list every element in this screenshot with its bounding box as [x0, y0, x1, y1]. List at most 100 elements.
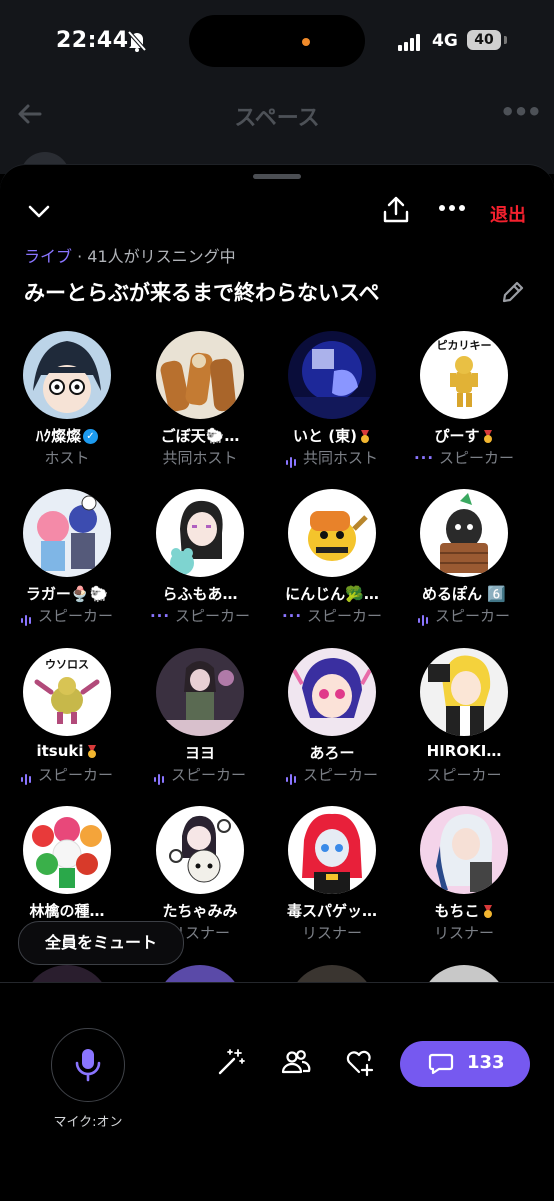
participant-role: ··· スピーカー — [133, 605, 267, 626]
participant[interactable]: にんじん🥦… ··· スピーカー — [265, 489, 399, 639]
participant-role-text: スピーカー — [307, 607, 383, 625]
people-icon[interactable] — [281, 1047, 311, 1077]
avatar[interactable] — [156, 806, 244, 894]
avatar[interactable] — [420, 806, 508, 894]
verified-badge-icon: ✓ — [83, 429, 98, 444]
status-bar: 22:44 4G 40 — [0, 0, 554, 84]
recording-dot-icon — [302, 38, 310, 46]
participant-name-text: たちゃみみ — [162, 902, 238, 920]
svg-text:ピカリキー: ピカリキー — [437, 339, 492, 352]
participant-name-text: ヨヨ — [184, 744, 215, 762]
speaking-indicator-icon — [285, 453, 298, 468]
avatar[interactable]: ピカリキー — [420, 331, 508, 419]
avatar[interactable] — [288, 489, 376, 577]
participant-name-text: めるぽん 6️⃣ — [422, 585, 506, 603]
speaking-indicator-icon — [20, 770, 33, 785]
speaking-indicator-icon — [285, 770, 298, 785]
participant[interactable]: ヨヨ スピーカー — [133, 648, 267, 798]
participant-name-text: 毒スパゲッ… — [286, 902, 377, 920]
participant-name: itsuki — [0, 742, 134, 760]
listener-count: · 41人がリスニング中 — [72, 247, 236, 266]
chevron-down-icon[interactable] — [26, 201, 52, 223]
participant[interactable]: HIROKI… スピーカー — [397, 648, 531, 798]
participant[interactable]: ﾊｸ燦燦 ✓ ホスト — [0, 331, 134, 481]
participant-name: ヨヨ — [133, 742, 267, 763]
live-label: ライブ — [24, 247, 73, 266]
participant-name-text: いと (東) — [293, 427, 357, 445]
participant-name-text: ﾊｸ燦燦 — [35, 427, 81, 445]
participant[interactable]: 毒スパゲッ… リスナー — [265, 806, 399, 956]
avatar[interactable] — [288, 648, 376, 736]
speaking-indicator-icon — [417, 611, 430, 626]
participant-role-text: リスナー — [301, 924, 362, 942]
idle-indicator-icon: ··· — [281, 607, 303, 625]
participant-role: リスナー — [265, 922, 399, 943]
participant-role-text: スピーカー — [175, 607, 251, 625]
participant-name: いと (東) — [265, 425, 399, 446]
participant-name: あろー — [265, 742, 399, 763]
participant-role-text: スピーカー — [434, 607, 510, 625]
medal-icon — [483, 429, 492, 443]
participant-role: スピーカー — [133, 764, 267, 785]
comment-icon — [428, 1053, 454, 1075]
participant-role: 共同ホスト — [265, 447, 399, 468]
magic-wand-icon[interactable] — [216, 1047, 246, 1077]
participant[interactable]: めるぽん 6️⃣ スピーカー — [397, 489, 531, 639]
medal-icon — [483, 904, 492, 918]
participant-role: 共同ホスト — [133, 447, 267, 468]
mute-all-button[interactable]: 全員をミュート — [18, 921, 184, 965]
microphone-button[interactable] — [51, 1028, 125, 1102]
dynamic-island — [189, 15, 365, 67]
participant[interactable]: らふもあ… ··· スピーカー — [133, 489, 267, 639]
avatar[interactable] — [23, 806, 111, 894]
avatar[interactable] — [288, 806, 376, 894]
participant[interactable]: あろースピーカー — [265, 648, 399, 798]
participant-role: リスナー — [397, 922, 531, 943]
participant-role-text: スピーカー — [302, 766, 378, 784]
participant-name: ラガー🍨🐑 — [0, 583, 134, 604]
participant-role-text: 共同ホスト — [302, 449, 378, 467]
participant[interactable]: ごぼ天🐑… 共同ホスト — [133, 331, 267, 481]
heart-plus-icon[interactable] — [344, 1047, 374, 1077]
live-status: ライブ · 41人がリスニング中 — [24, 243, 236, 267]
participant-role-text: ホスト — [44, 449, 90, 467]
sheet-drag-handle[interactable] — [253, 174, 301, 179]
avatar[interactable] — [156, 489, 244, 577]
battery-tip — [504, 36, 507, 44]
participant-name: めるぽん 6️⃣ — [397, 583, 531, 604]
bottom-bar: マイク:オン 133 — [0, 982, 554, 1201]
participant-role: ··· スピーカー — [397, 447, 531, 468]
avatar[interactable] — [23, 331, 111, 419]
participant[interactable]: ピカリキー ぴーす ··· スピーカー — [397, 331, 531, 481]
participant-name-text: らふもあ… — [162, 585, 238, 603]
participant-name-text: もちこ — [434, 902, 480, 920]
participant-role-text: スピーカー — [37, 766, 113, 784]
avatar[interactable] — [420, 648, 508, 736]
participant[interactable]: もちこリスナー — [397, 806, 531, 956]
participant[interactable]: ラガー🍨🐑 スピーカー — [0, 489, 134, 639]
medal-icon — [360, 429, 369, 443]
avatar[interactable] — [156, 331, 244, 419]
comments-button[interactable]: 133 — [400, 1041, 530, 1087]
participant[interactable]: いと (東) 共同ホスト — [265, 331, 399, 481]
avatar[interactable]: ウソロス — [23, 648, 111, 736]
participant-name-text: あろー — [309, 744, 355, 762]
edit-icon[interactable] — [500, 279, 526, 305]
avatar[interactable] — [288, 331, 376, 419]
participant-role-text: スピーカー — [37, 607, 113, 625]
avatar[interactable] — [156, 648, 244, 736]
network-type: 4G — [432, 31, 458, 51]
participant-role: スピーカー — [265, 764, 399, 785]
share-icon[interactable] — [382, 195, 410, 225]
avatar[interactable] — [420, 489, 508, 577]
microphone-icon — [75, 1049, 101, 1082]
leave-button[interactable]: 退出 — [490, 201, 526, 227]
avatar[interactable] — [23, 489, 111, 577]
background-page-title: スペース — [234, 106, 320, 131]
more-options-icon[interactable] — [438, 203, 466, 213]
background-page: スペース ••• — [0, 84, 554, 202]
participant-role-text: スピーカー — [426, 766, 502, 784]
microphone-status-label: マイク:オン — [53, 1115, 123, 1130]
participant[interactable]: ウソロス itsuki スピーカー — [0, 648, 134, 798]
participant-role-text: 共同ホスト — [162, 449, 238, 467]
